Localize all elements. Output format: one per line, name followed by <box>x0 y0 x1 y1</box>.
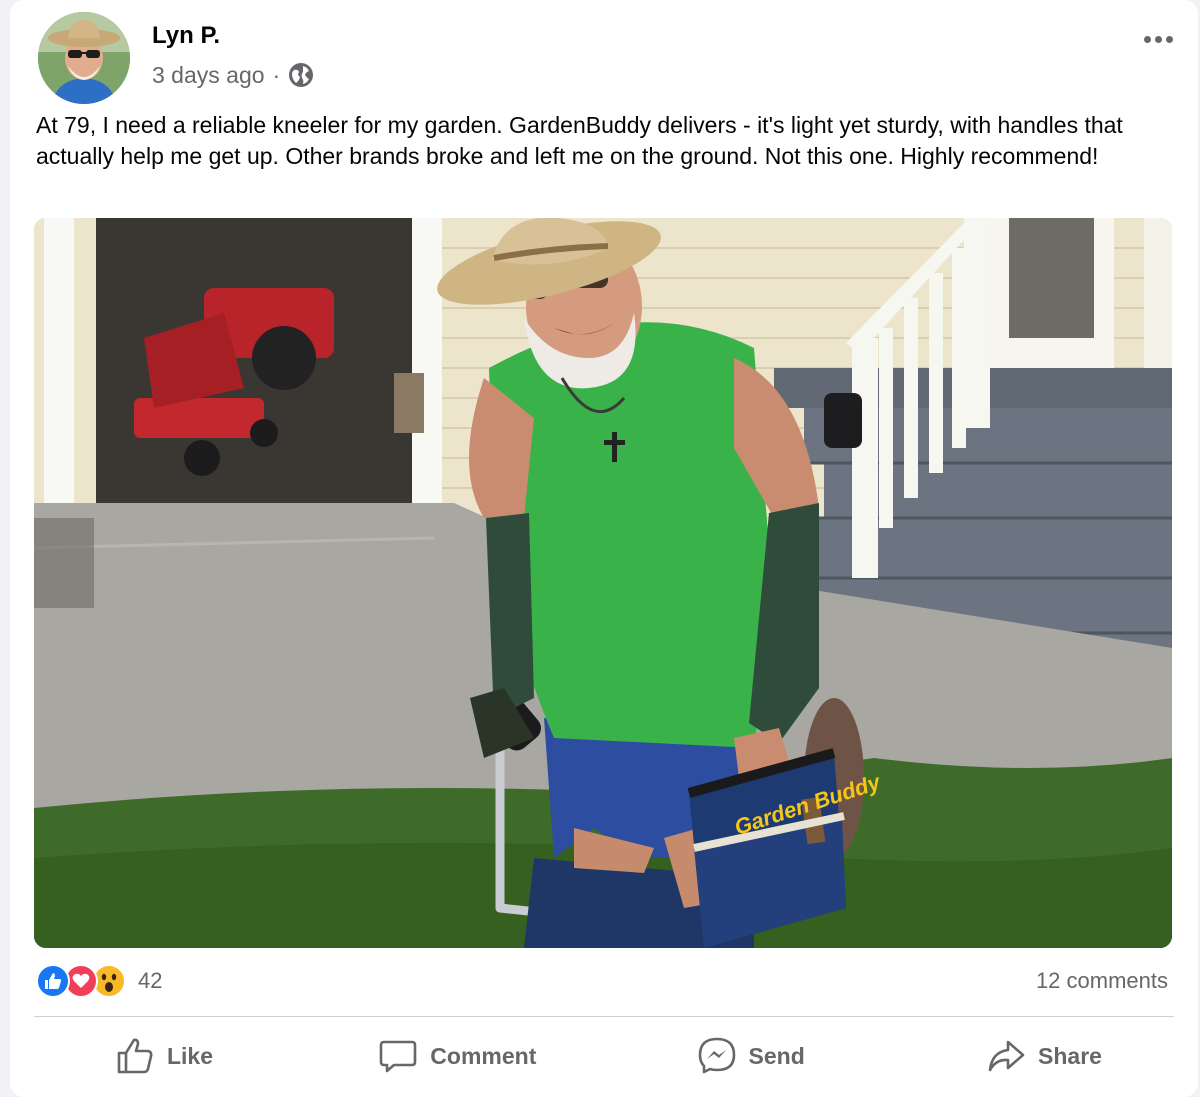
more-options-button[interactable] <box>1138 24 1178 54</box>
comment-button[interactable]: Comment <box>327 1028 587 1084</box>
send-button[interactable]: Send <box>621 1028 881 1084</box>
comment-icon <box>379 1040 417 1073</box>
dot-icon <box>1143 35 1151 43</box>
author-name[interactable]: Lyn P. <box>152 22 220 50</box>
reaction-count: 42 <box>138 968 163 993</box>
post-meta: 3 days ago · <box>152 60 314 90</box>
post-text: At 79, I need a reliable kneeler for my … <box>36 112 1123 169</box>
author-avatar[interactable] <box>38 12 130 104</box>
post-card: Lyn P. 3 days ago · At 79, I need a reli… <box>10 0 1198 1097</box>
globe-icon[interactable] <box>288 62 314 88</box>
post-timestamp[interactable]: 3 days ago <box>152 62 265 89</box>
post-photo[interactable]: Garden Buddy <box>34 218 1172 948</box>
meta-separator: · <box>272 61 281 88</box>
share-icon <box>988 1040 1025 1072</box>
share-button[interactable]: Share <box>914 1028 1174 1084</box>
dot-icon <box>1165 35 1173 43</box>
thumbs-up-icon <box>117 1038 153 1074</box>
actions-divider <box>34 1016 1174 1017</box>
comments-count-link[interactable]: 12 comments <box>1036 968 1168 994</box>
comment-label: Comment <box>430 1042 537 1069</box>
post-actions-bar: Like Comment Send Share <box>34 1028 1174 1084</box>
like-label: Like <box>166 1042 214 1069</box>
like-icon <box>36 964 70 998</box>
dot-icon <box>1154 35 1162 43</box>
send-label: Send <box>748 1042 805 1069</box>
like-button[interactable]: Like <box>34 1028 294 1084</box>
share-label: Share <box>1038 1042 1102 1069</box>
reaction-summary[interactable]: 42 <box>36 962 162 1000</box>
messenger-icon <box>698 1037 735 1074</box>
